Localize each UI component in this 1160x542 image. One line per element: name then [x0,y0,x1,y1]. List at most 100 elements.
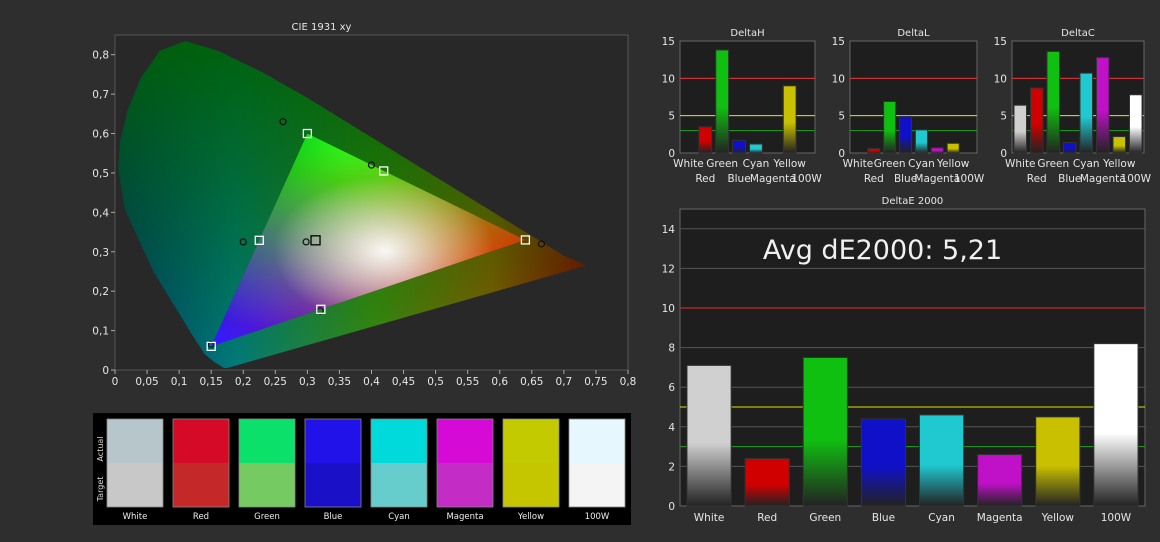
bar-category-label: Green [874,158,906,170]
bar-category-label: Yellow [936,158,970,170]
cie-x-tick-label: 0,7 [556,376,573,388]
bar-y-tick-label: 15 [832,36,845,48]
cie-y-tick-label: 0,6 [92,129,109,141]
swatch-target [371,463,427,507]
avg-de2000-annotation: Avg dE2000: 5,21 [763,235,1002,266]
swatch-actual [371,419,427,463]
cie-x-tick-label: 0,35 [328,376,351,388]
cie-x-tick-label: 0,55 [456,376,479,388]
bar [1128,94,1143,154]
bar [930,147,944,154]
swatch-actual [569,419,625,463]
bar [977,454,1023,507]
bar [1013,104,1028,154]
bar-category-label: Blue [1058,173,1081,185]
swatch-actual [239,419,295,463]
bar [860,418,907,507]
bar-category-label: Magenta [750,173,796,185]
bar [1029,87,1044,154]
bar-y-tick-label: 10 [662,303,675,315]
bar-plot-area [849,40,978,154]
cie-x-tick-label: 0,2 [235,376,252,388]
bar-category-label: Cyan [1073,158,1100,170]
bar [867,148,881,154]
bar-category-label: Red [757,512,777,524]
bar-category-label: White [843,158,874,170]
bar-category-label: 100W [1101,512,1132,524]
bar [782,85,797,154]
bar-category-label: Green [1037,158,1069,170]
swatch-label: Magenta [446,512,483,522]
cie-x-tick-label: 0 [112,376,119,388]
bar-category-label: Yellow [1041,512,1075,524]
cie-y-tick-label: 0,7 [92,89,109,101]
swatch-target [173,463,229,507]
bar-chart-title: DeltaL [897,28,930,39]
bar-category-label: Blue [727,173,750,185]
swatch-label: Cyan [388,512,410,522]
deltal-chart: DeltaL051015WhiteRedGreenBlueCyanMagenta… [832,28,985,185]
bar-category-label: White [694,512,725,524]
bar-category-label: Red [1027,173,1047,185]
cie-x-tick-label: 0,6 [491,376,508,388]
bar-category-label: Yellow [773,158,807,170]
swatch-label: Red [193,512,209,522]
bar-y-tick-label: 10 [662,73,675,85]
bar-y-tick-label: 4 [668,422,675,434]
bar [715,49,730,154]
cie-x-tick-label: 0,3 [299,376,316,388]
swatch-target [107,463,163,507]
bar [1035,416,1081,507]
bar-category-label: Blue [872,512,895,524]
bar-y-tick-label: 15 [994,36,1007,48]
cie-title: CIE 1931 xy [292,22,352,33]
cie-chart: 0 0,05 0,1 0,15 0,2 0,25 0,3 0,35 0,4 0,45 0,5 0,55… [92,22,637,388]
swatch-target [503,463,559,507]
bar-category-label: Green [809,512,841,524]
target-label: Target [96,477,105,503]
swatch-target [569,463,625,507]
cie-x-tick-label: 0,15 [199,376,222,388]
bar-y-tick-label: 10 [994,73,1007,85]
bar-y-tick-label: 5 [1000,111,1007,123]
bar-category-label: 100W [791,173,822,185]
cie-x-tick-label: 0,8 [620,376,637,388]
swatch-actual [305,419,361,463]
swatch-grid: Actual Target White Red Green Blue Cyan Magenta… [96,418,626,522]
swatch-label: Yellow [517,512,544,522]
swatch-label: 100W [585,512,610,522]
bar-chart-title: DeltaC [1061,28,1095,39]
swatch-label: White [123,512,148,522]
bar [1079,72,1094,154]
cie-x-tick-label: 0,5 [427,376,444,388]
bar-y-tick-label: 12 [662,263,675,275]
bar-chart-title: DeltaH [730,28,764,39]
actual-label: Actual [96,436,105,461]
bar [946,142,960,154]
swatch-target [437,463,493,507]
swatch-target [239,463,295,507]
cie-x-tick-label: 0,65 [520,376,543,388]
bar-category-label: Yellow [1102,158,1136,170]
cie-x-tick-label: 0,75 [584,376,607,388]
cie-y-tick-label: 0,1 [92,326,109,338]
swatch-panel: Actual Target White Red Green Blue Cyan Magenta… [93,413,631,525]
bar-category-label: White [1005,158,1036,170]
bar-y-tick-label: 5 [838,111,845,123]
bar [1046,50,1061,154]
bar [883,100,897,154]
bar [698,126,713,154]
cie-y-tick-label: 0,2 [92,286,109,298]
deltac-chart: DeltaC051015WhiteRedGreenBlueCyanMagenta… [994,28,1152,185]
cie-x-tick-label: 0,05 [135,376,158,388]
bar-chart-title: DeltaE 2000 [882,196,944,207]
cie-x-tick-label: 0,4 [363,376,380,388]
bar-category-label: Red [695,173,715,185]
bar-category-label: 100W [954,173,985,185]
bar [899,115,913,154]
bar [732,139,746,154]
bar [1112,136,1127,154]
bar-category-label: White [673,158,704,170]
cie-x-tick-label: 0,25 [264,376,287,388]
cie-x-tick-label: 0,1 [171,376,188,388]
